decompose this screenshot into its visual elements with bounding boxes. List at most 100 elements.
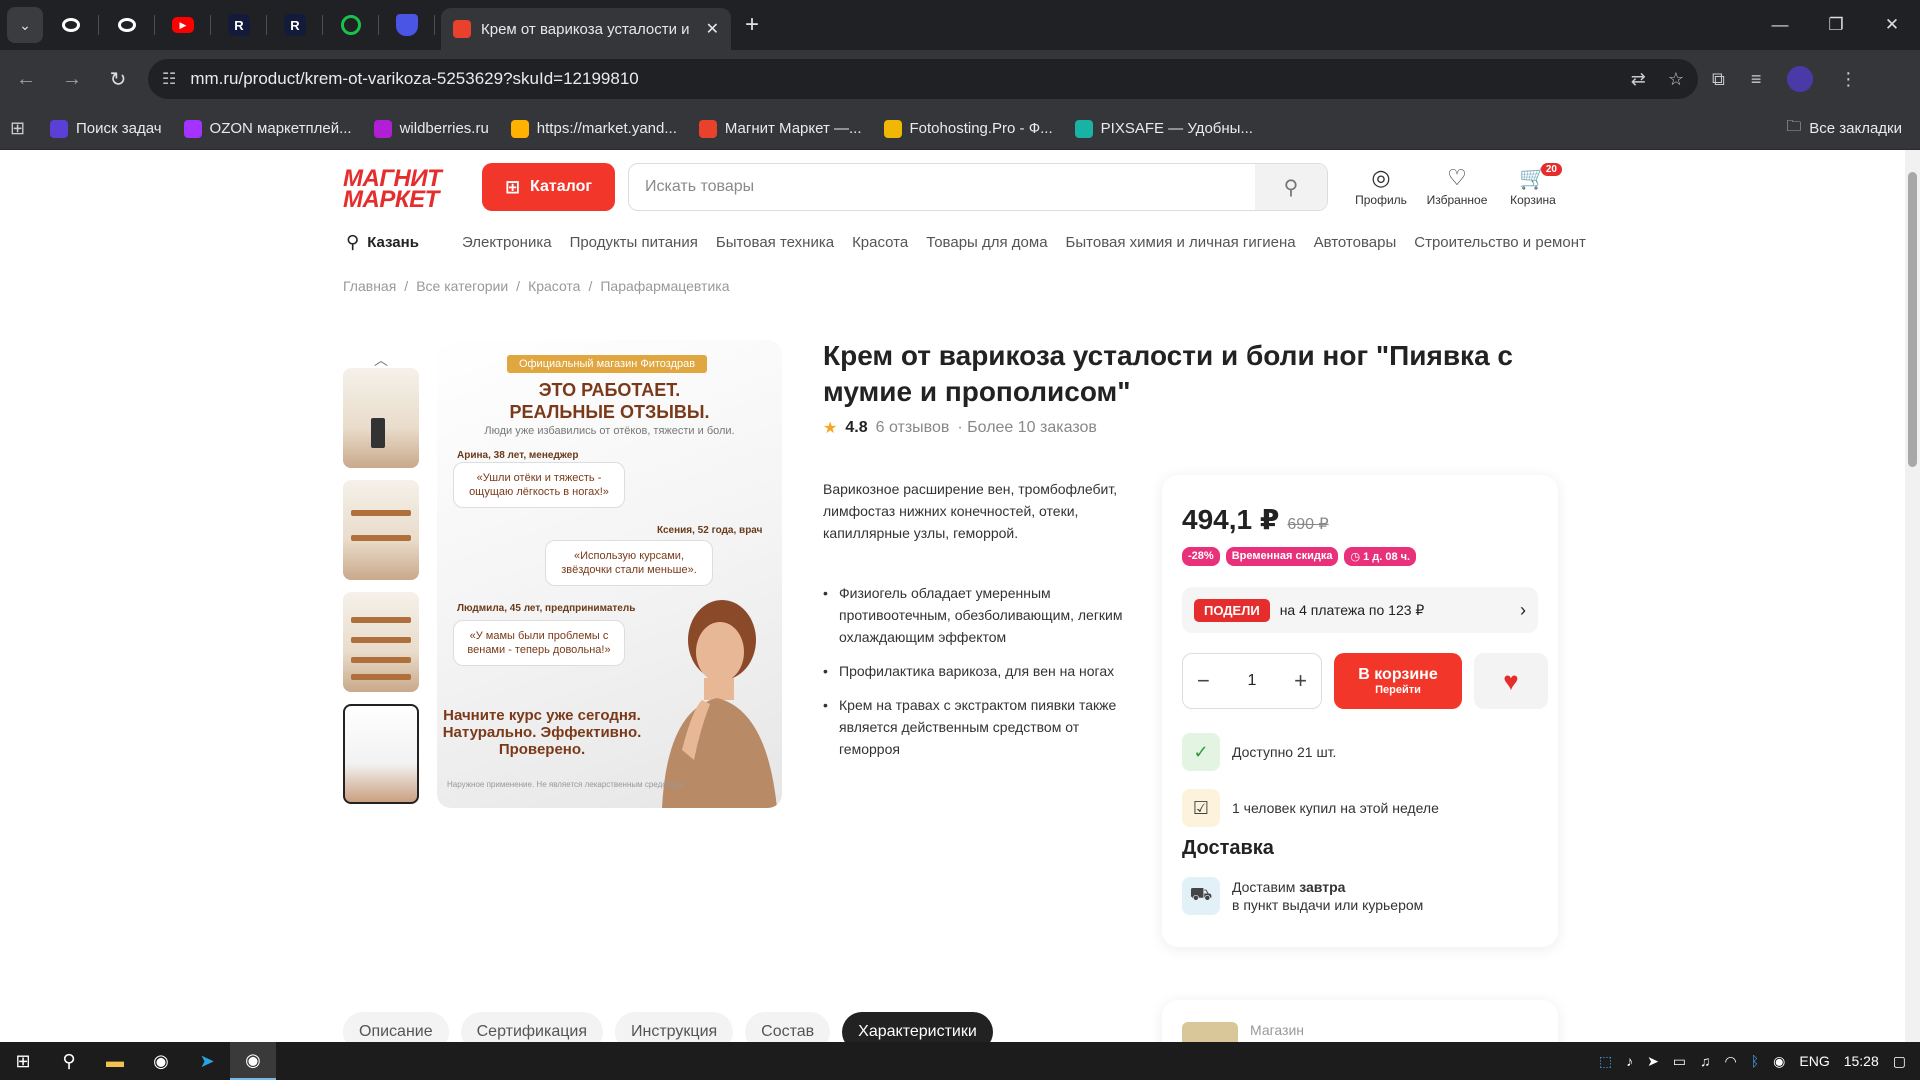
page-scrollbar[interactable] bbox=[1905, 150, 1920, 1042]
reviews-link[interactable]: 6 отзывов bbox=[876, 419, 950, 437]
favorites-button[interactable]: ♡ Избранное bbox=[1426, 163, 1488, 207]
product-thumbnail[interactable] bbox=[343, 368, 419, 468]
orders-count: · Более 10 заказов bbox=[957, 419, 1097, 436]
windows-taskbar: ⊞ ⚲ ▬ ◉ ➤ ◉ ⬚ ♪ ➤ ▭ ♫ ◠ ᛒ ◉ ENG 15:28 ▢ bbox=[0, 1042, 1920, 1080]
bookmark-item[interactable]: Поиск задач bbox=[50, 119, 162, 138]
more-menu-icon[interactable]: ⋮ bbox=[1839, 69, 1857, 90]
category-link[interactable]: Бытовая химия и личная гигиена bbox=[1066, 234, 1296, 251]
site-info-icon[interactable]: ☷ bbox=[162, 69, 176, 89]
back-icon[interactable]: ← bbox=[6, 59, 46, 99]
catalog-button[interactable]: ⊞ Каталог bbox=[482, 163, 615, 211]
battery-icon[interactable]: ▭ bbox=[1673, 1053, 1686, 1070]
category-link[interactable]: Товары для дома bbox=[926, 234, 1047, 251]
old-price: 690 ₽ bbox=[1287, 516, 1329, 533]
chevron-up-icon[interactable]: ︿ bbox=[343, 350, 419, 368]
search-input[interactable] bbox=[629, 164, 1255, 210]
focus-icon[interactable]: ⬚ bbox=[1599, 1053, 1612, 1070]
url-text: mm.ru/product/krem-ot-varikoza-5253629?s… bbox=[190, 69, 639, 88]
pinned-tab[interactable]: R bbox=[211, 0, 267, 50]
bookmark-item[interactable]: PIXSAFE — Удобны... bbox=[1074, 119, 1253, 138]
timer-badge: ◷ 1 д. 08 ч. bbox=[1344, 547, 1417, 566]
active-tab-title: Крем от варикоза усталости и bbox=[481, 20, 690, 38]
scrollbar-thumb[interactable] bbox=[1908, 172, 1917, 467]
category-link[interactable]: Бытовая техника bbox=[716, 234, 834, 251]
file-explorer-icon[interactable]: ▬ bbox=[92, 1042, 138, 1080]
search-icon[interactable]: ⚲ bbox=[46, 1042, 92, 1080]
city-selector[interactable]: ⚲ Казань bbox=[346, 232, 419, 253]
telegram-tray-icon[interactable]: ➤ bbox=[1647, 1053, 1659, 1070]
category-link[interactable]: Автотовары bbox=[1314, 234, 1397, 251]
bookmark-item[interactable]: OZON маркетплей... bbox=[183, 119, 352, 138]
in-cart-button[interactable]: В корзине Перейти bbox=[1334, 653, 1462, 709]
decrease-button[interactable]: − bbox=[1197, 668, 1210, 694]
bluetooth-icon[interactable]: ᛒ bbox=[1751, 1053, 1759, 1069]
toolbar-right: ⧉ ≡ ⋮ bbox=[1712, 66, 1857, 92]
add-to-favorites-button[interactable]: ♥ bbox=[1474, 653, 1548, 709]
windows-start-icon[interactable]: ⊞ bbox=[0, 1042, 46, 1080]
product-main-image[interactable]: Официальный магазин Фитоздрав ЭТО РАБОТА… bbox=[437, 340, 782, 808]
chrome-icon[interactable]: ◉ bbox=[138, 1042, 184, 1080]
translate-icon[interactable]: ⇄ bbox=[1631, 69, 1646, 90]
extensions-icon[interactable]: ⧉ bbox=[1712, 69, 1725, 90]
reload-icon[interactable]: ↻ bbox=[98, 59, 138, 99]
r-icon: R bbox=[228, 14, 250, 36]
telegram-icon[interactable]: ➤ bbox=[184, 1042, 230, 1080]
quantity-value[interactable]: 1 bbox=[1248, 672, 1257, 690]
breadcrumb-link[interactable]: Парафармацевтика bbox=[600, 278, 729, 294]
pinned-tab[interactable]: ▶ bbox=[155, 0, 211, 50]
forward-icon[interactable]: → bbox=[52, 59, 92, 99]
language-indicator[interactable]: ENG bbox=[1799, 1053, 1829, 1069]
category-link[interactable]: Электроника bbox=[462, 234, 552, 251]
close-window-icon[interactable]: ✕ bbox=[1864, 0, 1920, 50]
increase-button[interactable]: + bbox=[1294, 668, 1307, 694]
breadcrumb-link[interactable]: Все категории bbox=[416, 278, 508, 294]
tab-search-button[interactable]: ⌄ bbox=[7, 7, 43, 43]
window-controls: — ❐ ✕ bbox=[1752, 0, 1920, 50]
bookmark-item[interactable]: Магнит Маркет —... bbox=[698, 119, 862, 138]
category-nav: Электроника Продукты питания Бытовая тех… bbox=[462, 234, 1586, 251]
delivery-title: Доставка bbox=[1182, 837, 1274, 859]
split-payment-banner[interactable]: ПОДЕЛИ на 4 платежа по 123 ₽ › bbox=[1182, 587, 1538, 633]
close-icon[interactable]: ✕ bbox=[706, 19, 719, 39]
cart-button[interactable]: 🛒 Корзина 20 bbox=[1502, 163, 1564, 207]
active-tab[interactable]: Крем от варикоза усталости и ✕ bbox=[441, 8, 731, 50]
bookmark-star-icon[interactable]: ☆ bbox=[1668, 69, 1684, 90]
pinned-tab[interactable] bbox=[99, 0, 155, 50]
speaker-icon[interactable]: ♪ bbox=[1626, 1053, 1633, 1069]
restore-icon[interactable]: ❐ bbox=[1808, 0, 1864, 50]
profile-button[interactable]: ◎ Профиль bbox=[1350, 163, 1412, 207]
product-thumbnail-selected[interactable] bbox=[343, 704, 419, 804]
new-tab-button[interactable]: + bbox=[745, 11, 759, 39]
chrome-active-icon[interactable]: ◉ bbox=[230, 1042, 276, 1080]
bookmark-item[interactable]: https://market.yand... bbox=[510, 119, 677, 138]
product-thumbnail[interactable] bbox=[343, 592, 419, 692]
volume-icon[interactable]: ♫ bbox=[1700, 1053, 1711, 1069]
search-button[interactable]: ⚲ bbox=[1255, 164, 1327, 210]
pinned-tab[interactable]: R bbox=[267, 0, 323, 50]
search-bar: ⚲ bbox=[628, 163, 1328, 211]
pinned-tab[interactable] bbox=[379, 0, 435, 50]
product-thumbnail[interactable] bbox=[343, 480, 419, 580]
apps-grid-icon[interactable]: ⊞ bbox=[10, 118, 50, 139]
all-bookmarks[interactable]: 🗀 Все закладки bbox=[1786, 116, 1902, 141]
discount-badge: -28% bbox=[1182, 547, 1220, 566]
bookmark-item[interactable]: wildberries.ru bbox=[373, 119, 489, 138]
pinned-tab[interactable] bbox=[323, 0, 379, 50]
chrome-tray-icon[interactable]: ◉ bbox=[1773, 1053, 1785, 1070]
minimize-icon[interactable]: — bbox=[1752, 0, 1808, 50]
youtube-icon: ▶ bbox=[172, 17, 194, 33]
notifications-icon[interactable]: ▢ bbox=[1893, 1053, 1906, 1070]
address-bar[interactable]: ☷ mm.ru/product/krem-ot-varikoza-5253629… bbox=[148, 59, 1698, 99]
media-icon[interactable]: ≡ bbox=[1751, 69, 1762, 90]
breadcrumb-link[interactable]: Красота bbox=[528, 278, 580, 294]
category-link[interactable]: Строительство и ремонт bbox=[1414, 234, 1586, 251]
category-link[interactable]: Красота bbox=[852, 234, 908, 251]
magnit-market-logo[interactable]: МАГНИТ МАРКЕТ bbox=[343, 167, 458, 212]
bookmark-item[interactable]: Fotohosting.Pro - Ф... bbox=[883, 119, 1053, 138]
breadcrumb-link[interactable]: Главная bbox=[343, 278, 396, 294]
clock[interactable]: 15:28 bbox=[1844, 1053, 1879, 1069]
pinned-tab[interactable] bbox=[43, 0, 99, 50]
wifi-icon[interactable]: ◠ bbox=[1725, 1053, 1737, 1070]
category-link[interactable]: Продукты питания bbox=[570, 234, 698, 251]
profile-avatar[interactable] bbox=[1787, 66, 1814, 92]
